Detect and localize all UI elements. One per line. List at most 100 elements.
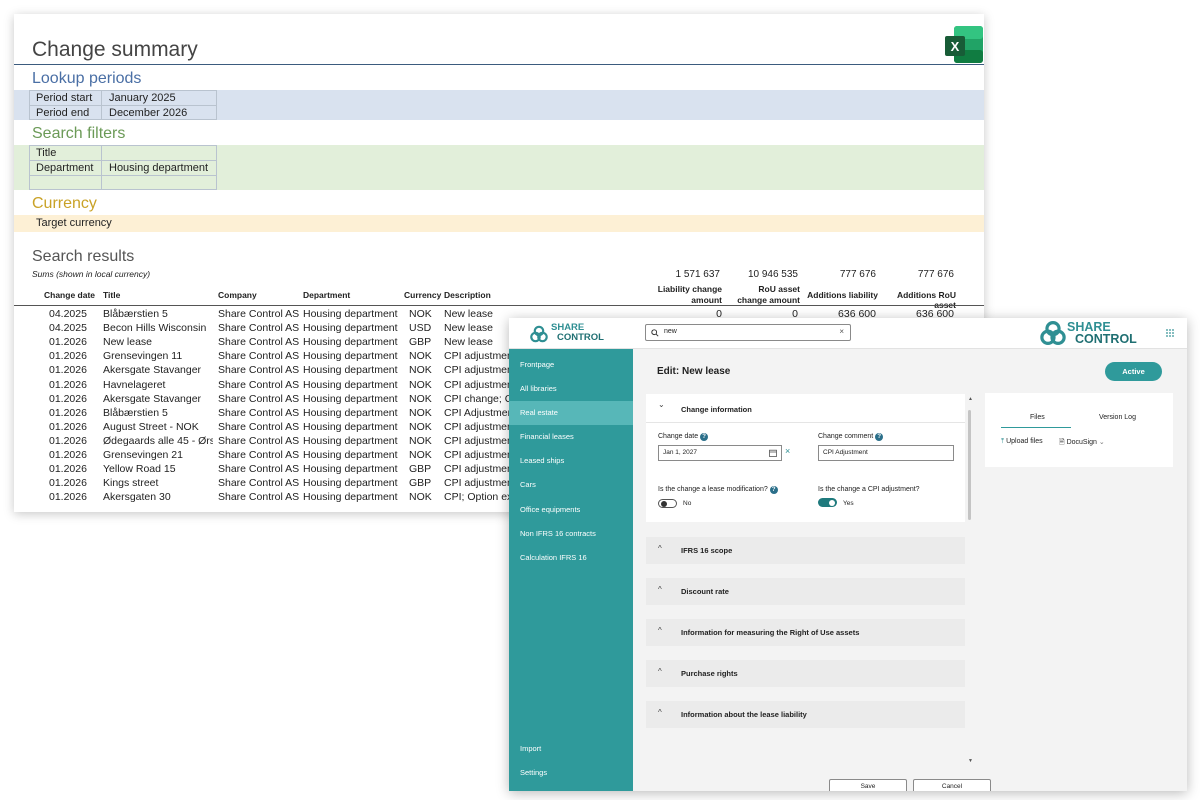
change-information-heading[interactable]: Change information	[681, 405, 752, 414]
tab-files[interactable]: Files	[1030, 414, 1045, 421]
cell-currency: GBP	[409, 463, 432, 476]
cell-title: Grensevingen 21	[103, 449, 183, 461]
scrollbar[interactable]: ▲ ▼	[968, 396, 973, 790]
app-launcher-icon[interactable]	[1166, 329, 1174, 337]
chevron-up-icon: ^	[658, 708, 662, 717]
sheet-title: Change summary	[32, 38, 198, 61]
cell-currency: GBP	[409, 477, 432, 490]
cell-department: Housing department	[303, 491, 398, 504]
section-ifrs16-scope[interactable]: ^ IFRS 16 scope	[646, 537, 965, 564]
currency-heading: Currency	[32, 195, 97, 212]
sidebar-item-real-estate[interactable]: Real estate	[509, 401, 633, 425]
change-comment-field[interactable]: CPI Adjustment	[818, 445, 954, 461]
cell-currency: NOK	[409, 392, 432, 405]
period-start-value[interactable]: January 2025	[109, 92, 176, 104]
lease-modification-label: Is the change a lease modification??	[658, 486, 778, 494]
cell-currency: NOK	[409, 420, 432, 433]
chevron-up-icon: ^	[658, 585, 662, 594]
cell-title: Ødegaards alle 45 - Ørsta	[103, 434, 213, 447]
clear-search-icon[interactable]: ×	[839, 327, 844, 336]
cell-date: 01.2026	[49, 364, 87, 377]
section-discount-rate[interactable]: ^ Discount rate	[646, 578, 965, 605]
cell-currency: NOK	[409, 350, 432, 363]
chevron-down-icon: ⌄	[1098, 439, 1105, 446]
period-end-value[interactable]: December 2026	[109, 107, 187, 119]
section-lease-liability[interactable]: ^ Information about the lease liability	[646, 701, 965, 728]
lease-modification-value: No	[683, 500, 692, 507]
status-active-button[interactable]: Active	[1105, 362, 1162, 381]
cancel-button[interactable]: Cancel	[913, 779, 991, 791]
sidebar-item-calculation-ifrs16[interactable]: Calculation IFRS 16	[509, 546, 633, 570]
page-title: Edit: New lease	[657, 366, 731, 377]
search-input[interactable]: new ×	[645, 324, 851, 341]
col-description: Description	[444, 290, 491, 300]
cell-company: Share Control AS	[218, 449, 300, 461]
cell-department: Housing department	[303, 420, 398, 433]
docusign-button[interactable]: 🗎 DocuSign ⌄	[1059, 438, 1105, 449]
brand-control-text: CONTROL	[1075, 332, 1137, 346]
cell-company: Share Control AS	[218, 364, 300, 377]
section-rou-measurement[interactable]: ^ Information for measuring the Right of …	[646, 619, 965, 646]
sidebar-item-frontpage[interactable]: Frontpage	[509, 353, 633, 377]
cell-title: Grensevingen 11	[103, 350, 183, 363]
col-additions-rou: Additions RoU asset	[896, 290, 956, 310]
cell-company: Share Control AS	[218, 406, 300, 419]
results-heading: Search results	[32, 248, 135, 265]
document-sign-icon: 🗎	[1059, 439, 1065, 446]
cell-title: Becon Hills Wisconsin	[103, 322, 207, 335]
sidebar-item-cars[interactable]: Cars	[509, 473, 633, 497]
sidebar-item-all-libraries[interactable]: All libraries	[509, 377, 633, 401]
cell-date: 01.2026	[49, 420, 87, 433]
sidebar-item-settings[interactable]: Settings	[509, 761, 633, 785]
calendar-icon[interactable]	[769, 449, 777, 457]
cell-currency: GBP	[409, 336, 432, 349]
cpi-adjustment-toggle[interactable]	[818, 498, 837, 507]
change-date-field[interactable]: Jan 1, 2027	[658, 445, 782, 461]
chevron-up-icon: ^	[658, 667, 662, 676]
help-icon[interactable]: ?	[700, 433, 709, 441]
change-comment-label: Change comment?	[818, 433, 884, 441]
excel-icon: X	[945, 26, 983, 63]
sidebar-item-leased-ships[interactable]: Leased ships	[509, 449, 633, 473]
save-button[interactable]: Save	[829, 779, 907, 791]
sidebar-item-import[interactable]: Import	[509, 737, 633, 761]
scrollbar-thumb[interactable]	[968, 410, 971, 520]
sidebar-item-non-ifrs16[interactable]: Non IFRS 16 contracts	[509, 522, 633, 546]
cell-date: 01.2026	[49, 449, 87, 461]
clear-date-icon[interactable]: ×	[785, 446, 790, 456]
cell-title: Akersgate Stavanger	[103, 364, 202, 377]
cell-currency: NOK	[409, 434, 432, 447]
lease-modification-toggle[interactable]	[658, 499, 677, 508]
cell-currency: NOK	[409, 364, 432, 377]
filter-department-value[interactable]: Housing department	[109, 162, 208, 174]
help-icon[interactable]: ?	[875, 433, 884, 441]
cell-date: 04.2025	[49, 308, 87, 320]
cell-department: Housing department	[303, 477, 398, 490]
cell-date: 01.2026	[49, 491, 87, 504]
filter-department-label: Department	[36, 162, 94, 174]
cell-title: New lease	[103, 336, 153, 349]
filters-heading: Search filters	[32, 125, 126, 142]
period-end-label: Period end	[36, 107, 90, 119]
main-content: Edit: New lease Active ⌄ Change informat…	[633, 349, 1187, 791]
cpi-adjustment-value: Yes	[843, 500, 854, 507]
cell-currency: NOK	[409, 449, 432, 461]
section-purchase-rights[interactable]: ^ Purchase rights	[646, 660, 965, 687]
help-icon[interactable]: ?	[769, 486, 778, 494]
cell-department: Housing department	[303, 392, 398, 405]
target-currency-label: Target currency	[36, 217, 112, 229]
sidebar-item-financial-leases[interactable]: Financial leases	[509, 425, 633, 449]
chevron-down-icon[interactable]: ⌄	[658, 400, 665, 409]
sum-rou: 10 946 535	[747, 269, 798, 280]
col-rou-change: RoU asset change amount	[737, 284, 800, 305]
upload-files-button[interactable]: ⤒ Upload files	[1001, 438, 1043, 446]
sidebar-item-office-equipments[interactable]: Office equipments	[509, 498, 633, 522]
change-date-label: Change date?	[658, 433, 709, 441]
tab-version-log[interactable]: Version Log	[1099, 414, 1136, 421]
cell-company: Share Control AS	[218, 378, 300, 391]
col-company: Company	[218, 290, 257, 300]
cell-department: Housing department	[303, 308, 398, 320]
change-information-panel: ⌄ Change information Change date? Jan 1,…	[646, 394, 965, 522]
cell-department: Housing department	[303, 364, 398, 377]
cell-company: Share Control AS	[218, 434, 300, 447]
